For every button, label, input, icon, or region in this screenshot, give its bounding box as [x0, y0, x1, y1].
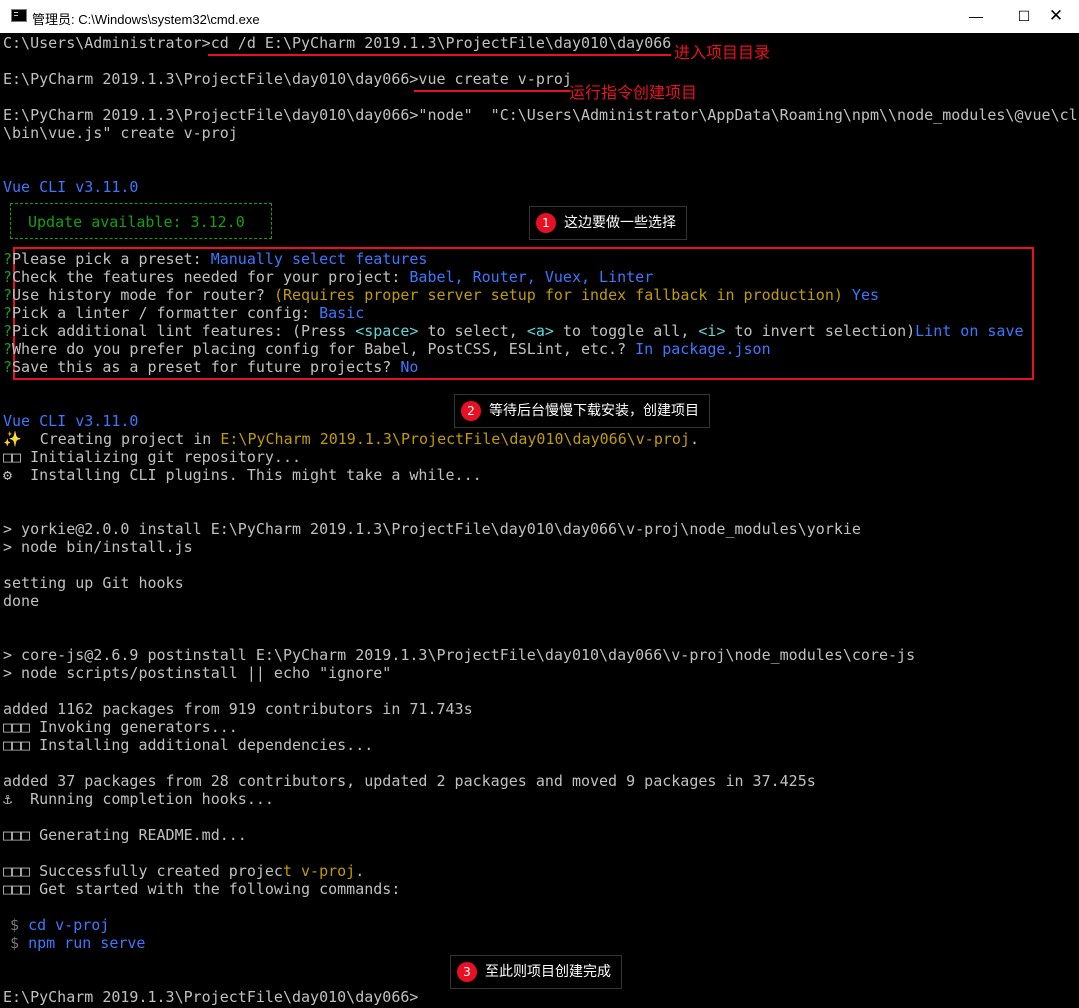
success-text: □□□ Successfully created projec [3, 862, 283, 880]
dollar-sign: $ [10, 934, 20, 952]
terminal-console[interactable]: C:\Users\Administrator>cd /d E:\PyCharm … [0, 33, 1079, 1008]
dollar-sign: $ [10, 916, 20, 934]
prompt-answer: Babel, Router, Vuex, Linter [409, 268, 654, 286]
question-mark: ? [3, 304, 13, 322]
prompt-hint: to toggle all, [553, 322, 699, 340]
callout-text: 等待后台慢慢下载安装，创建项目 [489, 403, 699, 419]
callout-1: 1 这边要做一些选择 [529, 206, 687, 240]
terminal-line: done [3, 592, 40, 610]
terminal-line: ⚙ Installing CLI plugins. This might tak… [3, 466, 482, 484]
prompt-question: Pick additional lint features: [12, 322, 292, 340]
prompt-answer: Basic [319, 304, 365, 322]
prompt-answer: Manually select features [210, 250, 428, 268]
prompt-line: ?Where do you prefer placing config for … [3, 340, 771, 358]
prompt-line: ?Please pick a preset: Manually select f… [3, 250, 427, 268]
terminal-line: □□□ Get started with the following comma… [3, 880, 401, 898]
command-text: vue create v-proj [418, 70, 572, 88]
command-text: cd /d E:\PyCharm 2019.1.3\ProjectFile\da… [210, 34, 672, 52]
red-underline [414, 90, 570, 92]
final-prompt[interactable]: E:\PyCharm 2019.1.3\ProjectFile\day010\d… [3, 988, 418, 1006]
terminal-line: □□□ Installing additional dependencies..… [3, 736, 374, 754]
annotation-run-cmd: 运行指令创建项目 [569, 83, 698, 102]
question-mark: ? [3, 322, 13, 340]
prompt-line: ?Pick additional lint features: (Press <… [3, 322, 1024, 340]
terminal-line: added 1162 packages from 919 contributor… [3, 700, 473, 718]
prompt-answer: In package.json [635, 340, 771, 358]
terminal-line: ✨ Creating project in E:\PyCharm 2019.1.… [3, 430, 699, 448]
callout-2: 2 等待后台慢慢下载安装，创建项目 [454, 394, 710, 428]
command-hint: $ cd v-proj [10, 916, 109, 934]
vue-cli-version: Vue CLI v3.11.0 [3, 412, 139, 430]
prompt-line: ?Use history mode for router? (Requires … [3, 286, 879, 304]
minimize-button[interactable]: — [953, 0, 999, 32]
terminal-line: C:\Users\Administrator>cd /d E:\PyCharm … [3, 34, 671, 52]
question-mark: ? [3, 268, 13, 286]
question-mark: ? [3, 250, 13, 268]
cmd-icon [11, 9, 27, 22]
command-text: npm run serve [28, 934, 146, 952]
terminal-line: setting up Git hooks [3, 574, 184, 592]
question-mark: ? [3, 286, 13, 304]
terminal-line: □□ Initializing git repository... [3, 448, 302, 466]
prompt-hint: to select, [418, 322, 527, 340]
prompt-line: ?Save this as a preset for future projec… [3, 358, 418, 376]
prompt-line: ?Check the features needed for your proj… [3, 268, 653, 286]
callout-number: 3 [457, 962, 477, 982]
prompt-question: Where do you prefer placing config for B… [12, 340, 636, 358]
terminal-line: E:\PyCharm 2019.1.3\ProjectFile\day010\d… [3, 70, 572, 88]
callout-text: 至此则项目创建完成 [485, 964, 611, 980]
vue-cli-version: Vue CLI v3.11.0 [3, 178, 139, 196]
prompt-question: Save this as a preset for future project… [12, 358, 401, 376]
update-available: Update available: 3.12.0 [28, 213, 245, 231]
key-hint: <space> [355, 322, 419, 340]
question-mark: ? [3, 340, 13, 358]
prompt-answer: No [400, 358, 419, 376]
terminal-line: □□□ Invoking generators... [3, 718, 238, 736]
terminal-line: \bin\vue.js" create v-proj [3, 124, 238, 142]
close-button[interactable]: ✕ [1033, 0, 1079, 32]
callout-3: 3 至此则项目创建完成 [450, 955, 622, 989]
prompt-question: Use history mode for router? [12, 286, 274, 304]
command-text: cd v-proj [28, 916, 110, 934]
red-underline [208, 54, 671, 56]
annotation-enter-dir: 进入项目目录 [674, 43, 771, 62]
creating-text: ✨ Creating project in [3, 430, 221, 448]
question-mark: ? [3, 358, 13, 376]
terminal-line: added 37 packages from 28 contributors, … [3, 772, 816, 790]
key-hint: <i> [698, 322, 726, 340]
terminal-line: > node bin/install.js [3, 538, 193, 556]
prompt-hint: to invert selection) [725, 322, 916, 340]
prompt-text: C:\Users\Administrator> [3, 34, 211, 52]
command-hint: $ npm run serve [10, 934, 145, 952]
prompt-question: Check the features needed for your proje… [12, 268, 410, 286]
callout-text: 这边要做一些选择 [564, 215, 676, 231]
project-name: v-proj [301, 862, 356, 880]
terminal-line: > yorkie@2.0.0 install E:\PyCharm 2019.1… [3, 520, 861, 538]
prompt-answer: Lint on save [915, 322, 1024, 340]
prompt-answer: Yes [842, 286, 880, 304]
prompt-text: E:\PyCharm 2019.1.3\ProjectFile\day010\d… [3, 70, 419, 88]
terminal-line: □□□ Generating README.md... [3, 826, 247, 844]
callout-number: 2 [461, 401, 481, 421]
terminal-line: E:\PyCharm 2019.1.3\ProjectFile\day010\d… [3, 106, 1079, 124]
callout-number: 1 [536, 213, 556, 233]
prompt-line: ?Pick a linter / formatter config: Basic [3, 304, 364, 322]
key-hint: <a> [526, 322, 554, 340]
title-bar[interactable]: 管理员: C:\Windows\system32\cmd.exe — ☐ ✕ [0, 0, 1079, 33]
terminal-line: ⚓ Running completion hooks... [3, 790, 274, 808]
window-title: 管理员: C:\Windows\system32\cmd.exe [32, 12, 260, 27]
project-path: E:\PyCharm 2019.1.3\ProjectFile\day010\d… [220, 430, 690, 448]
period: . [355, 862, 365, 880]
success-text: t [282, 862, 302, 880]
period: . [689, 430, 699, 448]
terminal-line: > node scripts/postinstall || echo "igno… [3, 664, 392, 682]
prompt-question: Pick a linter / formatter config: [12, 304, 320, 322]
prompt-hint: (Requires proper server setup for index … [273, 286, 843, 304]
prompt-question: Please pick a preset: [12, 250, 211, 268]
terminal-line: □□□ Successfully created project v-proj. [3, 862, 364, 880]
terminal-line: > core-js@2.6.9 postinstall E:\PyCharm 2… [3, 646, 916, 664]
prompt-hint: (Press [292, 322, 356, 340]
